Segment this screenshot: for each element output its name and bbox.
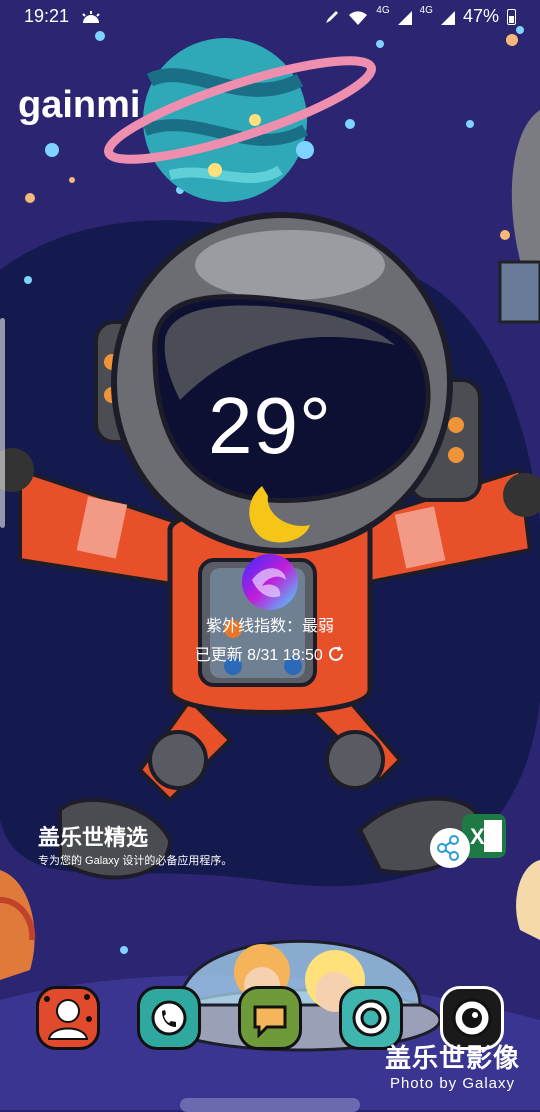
uv-index-text: 紫外线指数：最弱: [205, 618, 334, 635]
weather-updated-text: 已更新 8/31 18:50: [194, 647, 323, 664]
refresh-icon[interactable]: [327, 645, 345, 663]
battery-percent: 47%: [462, 6, 499, 26]
galaxy-picks-app-icons[interactable]: X: [428, 812, 512, 870]
galaxy-picks-title[interactable]: 盖乐世精选: [38, 820, 148, 852]
wifi-icon: [349, 10, 368, 25]
galaxy-picks-description: 专为您的 Galaxy 设计的必备应用程序。: [38, 855, 233, 867]
photo-watermark: 盖乐世影像 Photo by Galaxy: [385, 1038, 520, 1092]
signal-label-1: 4G: [376, 5, 390, 16]
weather-globe-icon[interactable]: [240, 552, 300, 612]
status-indicators: 4G 4G 47%: [324, 5, 516, 27]
watermark-sub: Photo by Galaxy: [389, 1075, 516, 1092]
phone-app[interactable]: [137, 986, 201, 1050]
contacts-app[interactable]: [36, 986, 100, 1050]
signal-label-2: 4G: [419, 5, 433, 16]
pen-icon: [326, 10, 339, 23]
home-title: gainmi: [18, 84, 141, 126]
watermark-main: 盖乐世影像: [384, 1043, 520, 1073]
status-time: 19:21: [24, 6, 70, 26]
status-bar: 19:21 4G 4G 47%: [0, 0, 540, 34]
weather-updated-row: 已更新 8/31 18:50: [0, 641, 540, 665]
messages-icon: [253, 1005, 287, 1039]
signal-icon: [440, 10, 455, 25]
signal-icon: [397, 10, 412, 25]
battery-icon: [507, 8, 516, 25]
contacts-icon: [44, 994, 92, 1040]
messages-app[interactable]: [238, 986, 302, 1050]
weather-temperature[interactable]: 29°: [0, 380, 540, 472]
phone-icon: [151, 1000, 187, 1036]
weather-icon: [82, 11, 100, 23]
svg-text:X: X: [470, 824, 485, 849]
